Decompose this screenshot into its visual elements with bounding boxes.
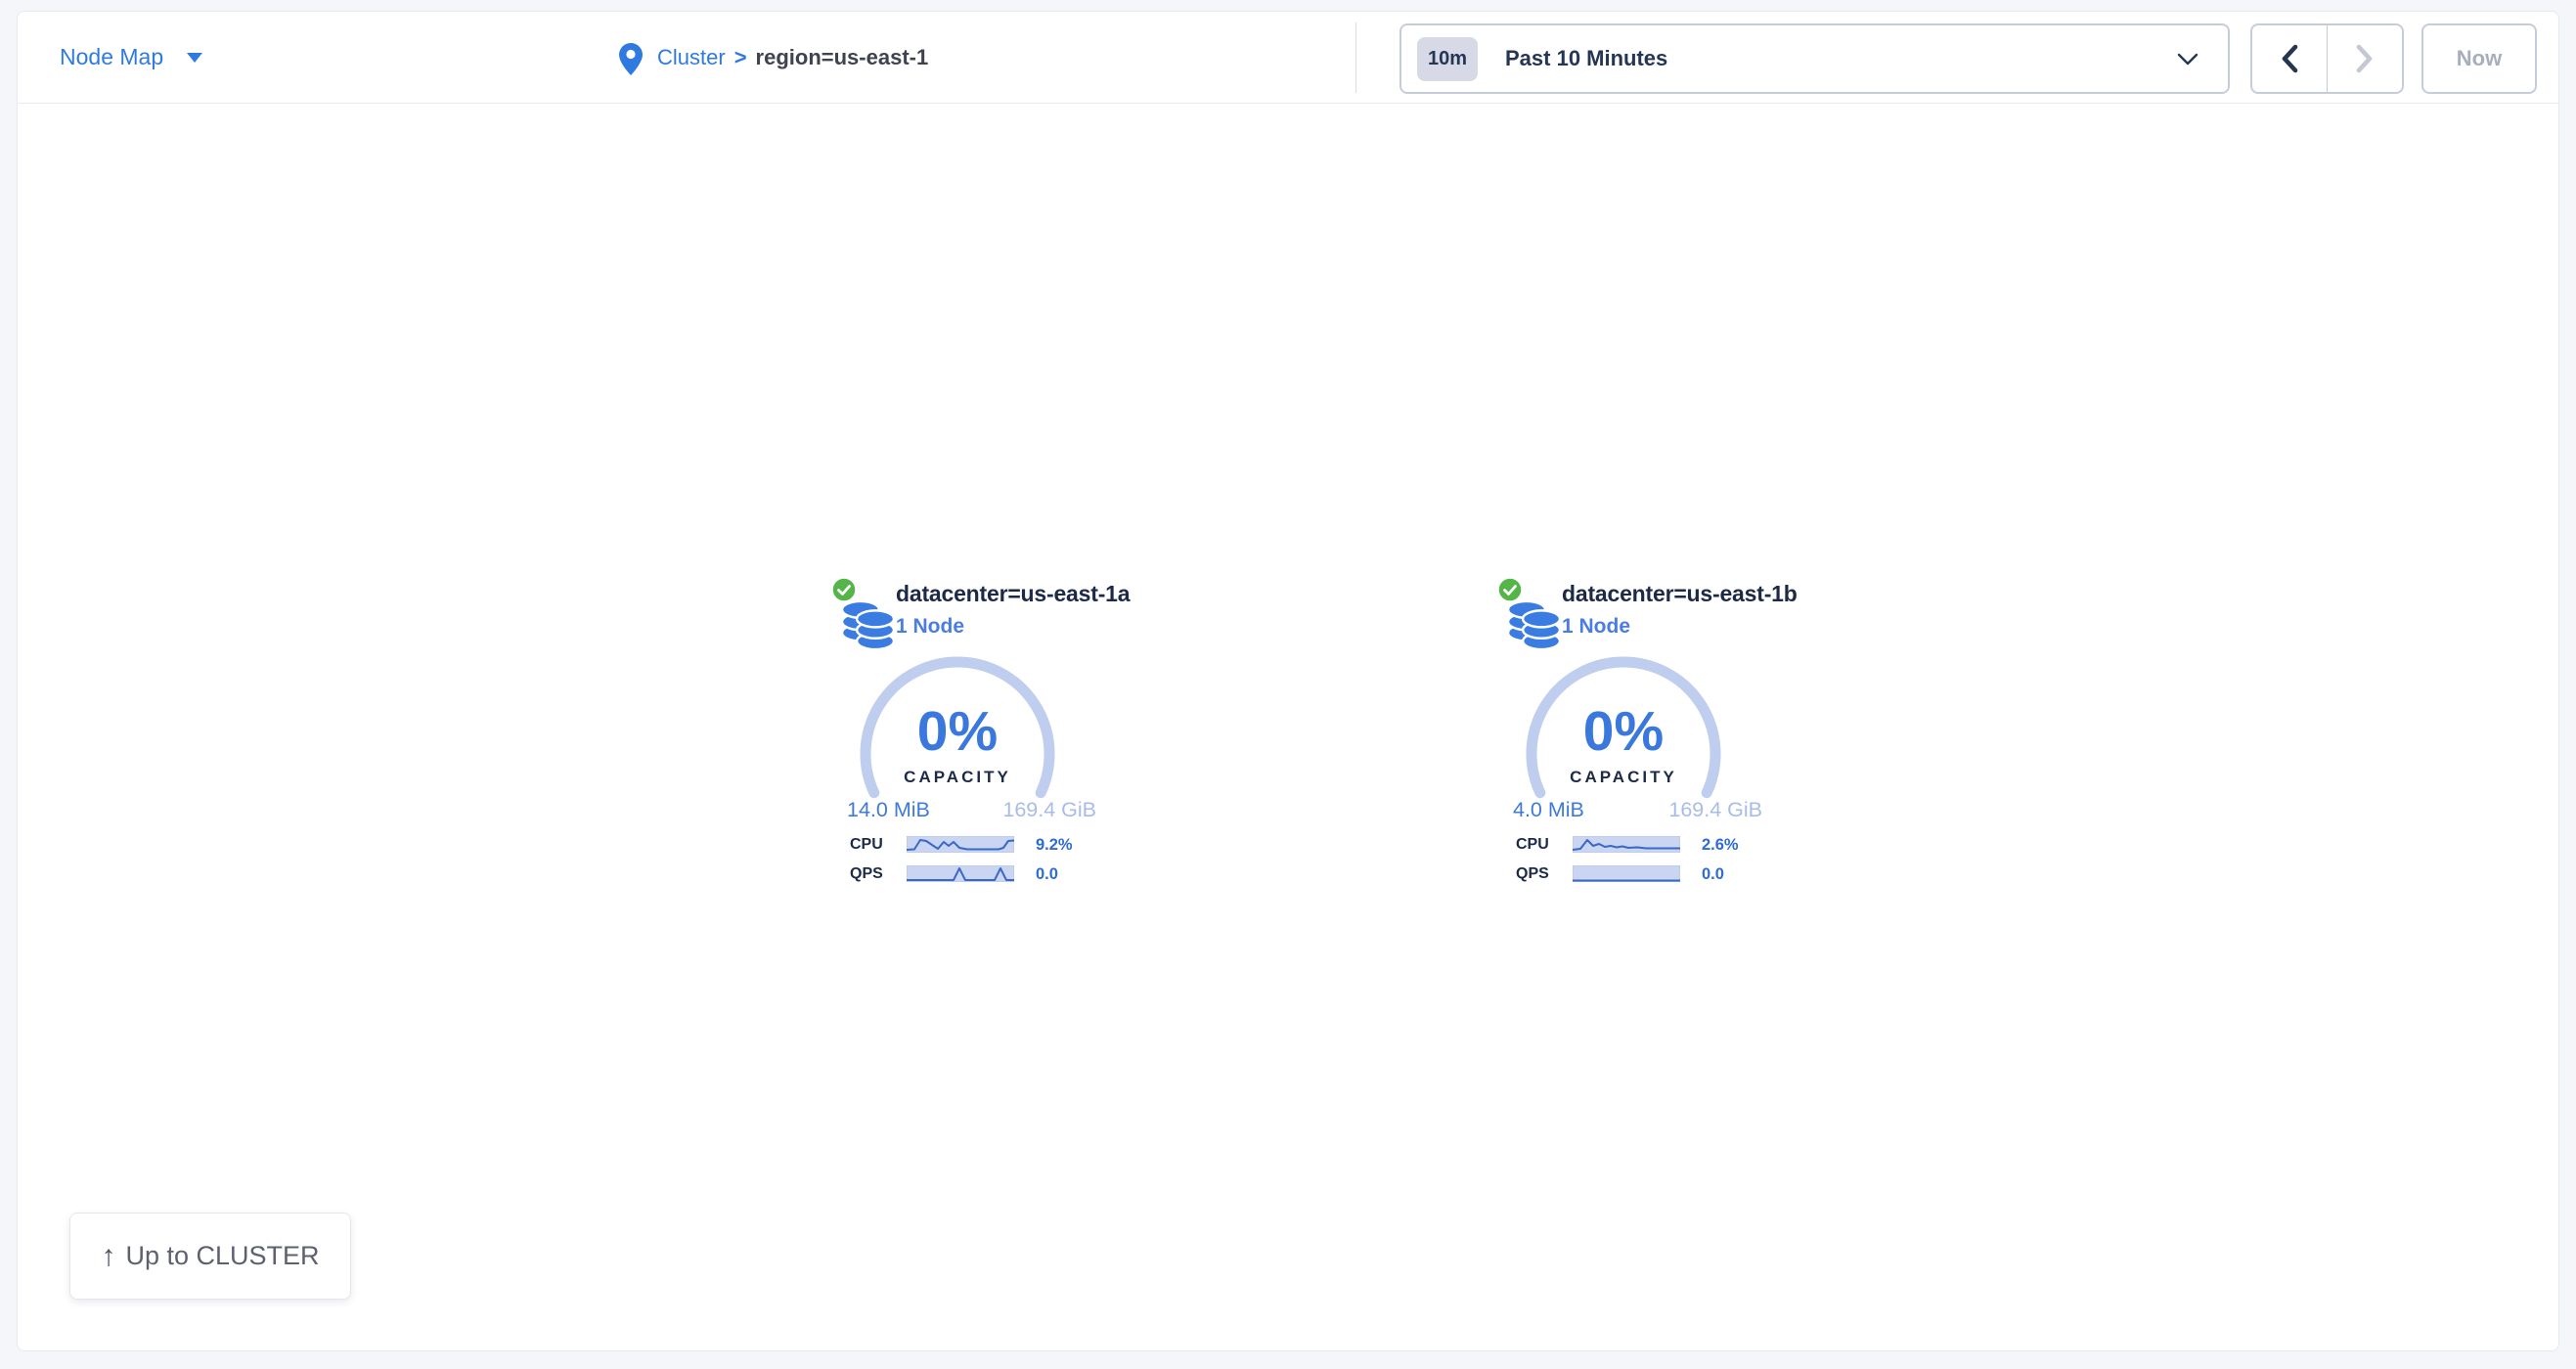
header-divider (1355, 22, 1356, 93)
qps-label: QPS (1516, 865, 1549, 883)
breadcrumb-current: region=us-east-1 (756, 45, 929, 70)
locality-card-us-east-1b[interactable]: datacenter=us-east-1b 1 Node 0% CAPACITY… (1496, 576, 1790, 899)
database-stack-icon (1506, 599, 1562, 651)
time-window-selector[interactable]: 10m Past 10 Minutes (1399, 23, 2230, 94)
qps-metric-row: QPS 0.0 (1496, 865, 1790, 883)
now-button-label: Now (2457, 46, 2502, 71)
capacity-total: 169.4 GiB (1002, 798, 1096, 822)
qps-label: QPS (850, 865, 883, 883)
time-next-button[interactable] (2328, 25, 2402, 92)
capacity-gauge-texts: 0% CAPACITY (1521, 703, 1726, 787)
qps-value: 0.0 (1036, 865, 1058, 884)
caret-down-icon (187, 53, 202, 63)
capacity-label: CAPACITY (1521, 768, 1726, 787)
locality-node-count: 1 Node (896, 615, 964, 639)
qps-metric-row: QPS 0.0 (830, 865, 1124, 883)
now-button[interactable]: Now (2421, 23, 2537, 94)
chevron-down-icon (2177, 53, 2198, 66)
up-to-cluster-label: Up to CLUSTER (125, 1241, 319, 1271)
cpu-label: CPU (1516, 836, 1549, 854)
view-selector-label: Node Map (60, 44, 163, 70)
capacity-values: 4.0 MiB 169.4 GiB (1513, 798, 1762, 822)
time-window-badge: 10m (1417, 37, 1478, 81)
cpu-metric-row: CPU 9.2% (830, 836, 1124, 854)
qps-value: 0.0 (1702, 865, 1724, 884)
capacity-percentage: 0% (855, 703, 1060, 760)
locality-title: datacenter=us-east-1a (896, 581, 1130, 607)
location-pin-icon (619, 43, 643, 75)
qps-sparkline (1573, 865, 1680, 882)
locality-node-count: 1 Node (1562, 615, 1630, 639)
capacity-percentage: 0% (1521, 703, 1726, 760)
time-prev-button[interactable] (2252, 25, 2328, 92)
topbar: Node Map Cluster > region=us-east-1 10m … (18, 12, 2558, 104)
capacity-values: 14.0 MiB 169.4 GiB (847, 798, 1096, 822)
node-map-panel: Node Map Cluster > region=us-east-1 10m … (17, 11, 2559, 1351)
view-selector-dropdown[interactable]: Node Map (60, 44, 202, 70)
capacity-used: 14.0 MiB (847, 798, 930, 822)
time-window-label: Past 10 Minutes (1505, 46, 1667, 71)
breadcrumb: Cluster > region=us-east-1 (619, 12, 928, 104)
database-stack-icon (840, 599, 896, 651)
cpu-label: CPU (850, 836, 883, 854)
capacity-used: 4.0 MiB (1513, 798, 1584, 822)
cpu-sparkline (907, 836, 1014, 853)
locality-title: datacenter=us-east-1b (1562, 581, 1798, 607)
cpu-value: 9.2% (1036, 836, 1073, 855)
arrow-up-icon: ↑ (101, 1242, 115, 1271)
capacity-label: CAPACITY (855, 768, 1060, 787)
cpu-metric-row: CPU 2.6% (1496, 836, 1790, 854)
capacity-total: 169.4 GiB (1668, 798, 1762, 822)
breadcrumb-separator: > (734, 45, 747, 70)
up-to-cluster-button[interactable]: ↑ Up to CLUSTER (69, 1213, 351, 1300)
time-pager (2250, 23, 2404, 94)
qps-sparkline (907, 865, 1014, 882)
breadcrumb-cluster-link[interactable]: Cluster (657, 45, 726, 70)
cpu-sparkline (1573, 836, 1680, 853)
locality-card-us-east-1a[interactable]: datacenter=us-east-1a 1 Node 0% CAPACITY… (830, 576, 1124, 899)
capacity-gauge-texts: 0% CAPACITY (855, 703, 1060, 787)
chevron-right-icon (2356, 44, 2374, 73)
chevron-left-icon (2281, 44, 2298, 73)
cpu-value: 2.6% (1702, 836, 1739, 855)
